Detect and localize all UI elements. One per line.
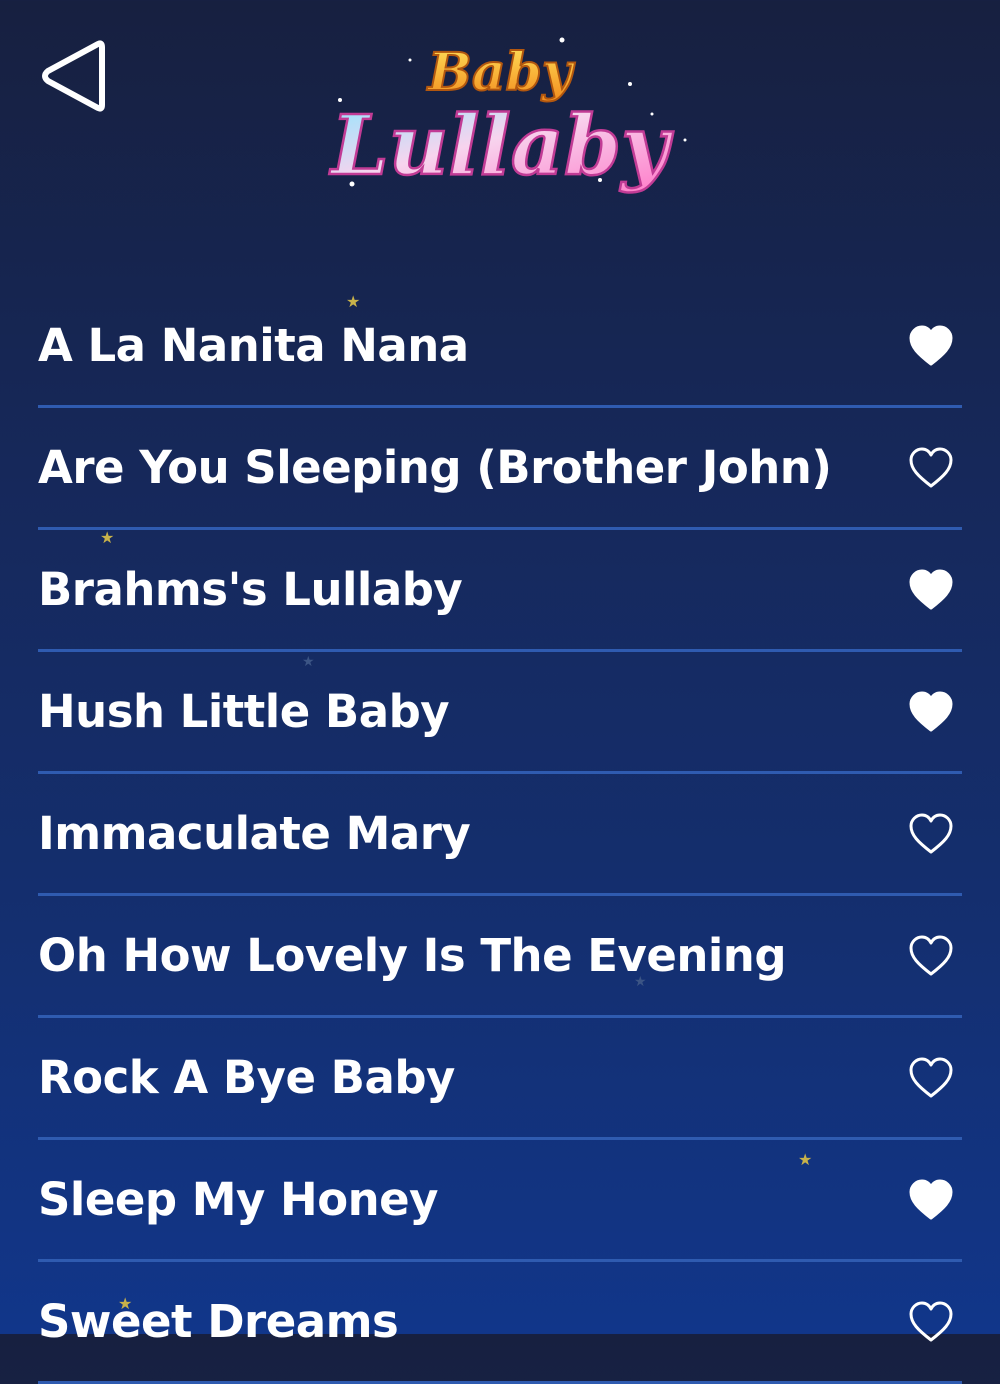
song-title: Are You Sleeping (Brother John) [38,441,832,494]
favorite-button[interactable] [908,1300,954,1344]
favorite-button[interactable] [908,690,954,734]
song-list: A La Nanita Nana Are You Sleeping (Broth… [38,286,962,1384]
song-row[interactable]: Rock A Bye Baby [38,1018,962,1140]
song-title: Immaculate Mary [38,807,471,860]
song-title: Sleep My Honey [38,1173,439,1226]
heart-outline-icon [909,1301,953,1342]
favorite-button[interactable] [908,934,954,978]
back-triangle-icon [42,40,105,112]
song-title: Hush Little Baby [38,685,450,738]
heart-filled-icon [909,691,953,732]
app-logo: Baby Lullaby [300,22,700,200]
song-title: Oh How Lovely Is The Evening [38,929,787,982]
song-title: Brahms's Lullaby [38,563,463,616]
heart-outline-icon [909,447,953,488]
back-button[interactable] [36,36,112,116]
heart-filled-icon [909,1179,953,1220]
logo-line2: Lullaby [329,98,674,194]
logo-line1: Baby [426,42,576,103]
song-title: Sweet Dreams [38,1295,399,1348]
song-row[interactable]: Hush Little Baby [38,652,962,774]
favorite-button[interactable] [908,1056,954,1100]
heart-outline-icon [909,813,953,854]
song-title: Rock A Bye Baby [38,1051,455,1104]
song-title: A La Nanita Nana [38,319,469,372]
favorite-button[interactable] [908,446,954,490]
favorite-button[interactable] [908,568,954,612]
heart-outline-icon [909,1057,953,1098]
song-row[interactable]: A La Nanita Nana [38,286,962,408]
song-row[interactable]: Are You Sleeping (Brother John) [38,408,962,530]
heart-filled-icon [909,325,953,366]
favorite-button[interactable] [908,1178,954,1222]
song-row[interactable]: Oh How Lovely Is The Evening [38,896,962,1018]
song-row[interactable]: Sweet Dreams [38,1262,962,1384]
song-row[interactable]: Sleep My Honey [38,1140,962,1262]
favorite-button[interactable] [908,324,954,368]
heart-filled-icon [909,569,953,610]
song-row[interactable]: Brahms's Lullaby [38,530,962,652]
song-row[interactable]: Immaculate Mary [38,774,962,896]
heart-outline-icon [909,935,953,976]
favorite-button[interactable] [908,812,954,856]
